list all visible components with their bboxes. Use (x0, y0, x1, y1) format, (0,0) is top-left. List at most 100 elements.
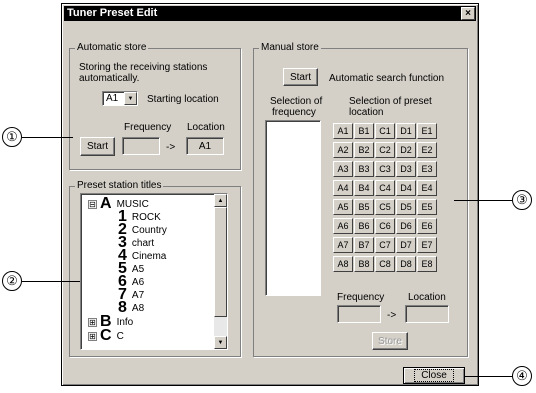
store-button[interactable]: Store (372, 332, 408, 350)
close-button-label: Close (414, 369, 454, 382)
tree-node-number: 8 (118, 299, 127, 316)
preset-button-c4[interactable]: C4 (375, 180, 395, 196)
tree-node-label: A7 (131, 289, 145, 301)
tree-node-label: Cinema (131, 250, 167, 262)
preset-button-e4[interactable]: E4 (417, 180, 437, 196)
expand-icon[interactable]: ⊞ (88, 317, 97, 327)
manual-frequency-field (337, 305, 381, 323)
preset-button-d6[interactable]: D6 (396, 218, 416, 234)
preset-button-c5[interactable]: C5 (375, 199, 395, 215)
tree-scrollbar[interactable]: ▲ ▼ (214, 194, 227, 349)
preset-button-b5[interactable]: B5 (354, 199, 374, 215)
preset-button-a7[interactable]: A7 (333, 237, 353, 253)
manual-start-button[interactable]: Start (283, 68, 318, 86)
manual-store-legend: Manual store (259, 42, 321, 53)
preset-button-a1[interactable]: A1 (333, 123, 353, 139)
preset-button-c7[interactable]: C7 (375, 237, 395, 253)
preset-button-d2[interactable]: D2 (396, 142, 416, 158)
preset-button-a4[interactable]: A4 (333, 180, 353, 196)
preset-button-b1[interactable]: B1 (354, 123, 374, 139)
preset-button-c8[interactable]: C8 (375, 256, 395, 272)
preset-button-a5[interactable]: A5 (333, 199, 353, 215)
preset-station-titles-legend: Preset station titles (75, 180, 164, 191)
preset-button-c6[interactable]: C6 (375, 218, 395, 234)
window-title: Tuner Preset Edit (67, 7, 158, 19)
tree-node-a8[interactable]: 8 A8 (118, 299, 145, 316)
scroll-down-icon[interactable]: ▼ (214, 336, 227, 349)
auto-location-label: Location (187, 122, 225, 133)
preset-button-a2[interactable]: A2 (333, 142, 353, 158)
preset-button-e6[interactable]: E6 (417, 218, 437, 234)
preset-button-d5[interactable]: D5 (396, 199, 416, 215)
preset-button-d1[interactable]: D1 (396, 123, 416, 139)
tree-node-letter: A (100, 195, 112, 212)
preset-button-e7[interactable]: E7 (417, 237, 437, 253)
close-button[interactable]: Close (403, 367, 465, 384)
preset-button-b8[interactable]: B8 (354, 256, 374, 272)
manual-frequency-label: Frequency (337, 292, 385, 303)
automatic-store-legend: Automatic store (75, 42, 149, 53)
selection-frequency-label: Selection of (270, 96, 323, 107)
tree-node-label: chart (131, 237, 155, 249)
preset-button-b3[interactable]: B3 (354, 161, 374, 177)
collapse-icon[interactable]: ⊟ (88, 199, 97, 209)
expand-icon[interactable]: ⊞ (88, 331, 97, 341)
callout-3: ③ (512, 190, 532, 210)
tree-node-letter: C (100, 327, 112, 344)
auto-arrow: -> (166, 142, 176, 153)
preset-button-e3[interactable]: E3 (417, 161, 437, 177)
callout-4: ④ (512, 366, 532, 386)
tree-node-label: A5 (131, 263, 145, 275)
preset-button-b6[interactable]: B6 (354, 218, 374, 234)
automatic-store-description: Storing the receiving stations (79, 62, 208, 73)
preset-button-b2[interactable]: B2 (354, 142, 374, 158)
scroll-thumb[interactable] (214, 207, 227, 317)
preset-button-e5[interactable]: E5 (417, 199, 437, 215)
callout-2: ② (2, 271, 22, 291)
auto-frequency-field (122, 137, 160, 155)
callout-3-line (454, 200, 512, 201)
preset-button-b4[interactable]: B4 (354, 180, 374, 196)
preset-button-d4[interactable]: D4 (396, 180, 416, 196)
tree-node-label: ROCK (131, 211, 161, 223)
preset-button-d7[interactable]: D7 (396, 237, 416, 253)
auto-frequency-label: Frequency (124, 122, 172, 133)
starting-location-label: Starting location (147, 94, 219, 105)
tree-node-label: C (116, 330, 124, 342)
auto-location-field: A1 (186, 137, 224, 155)
automatic-store-description-2: automatically. (79, 73, 140, 84)
selection-preset-label-2: location (349, 107, 384, 118)
preset-tree-view[interactable]: ⊟ A MUSIC 1 ROCK 2 Country 3 chart 4 Cin… (80, 193, 228, 350)
title-bar: Tuner Preset Edit × (64, 6, 476, 21)
starting-location-value: A1 (106, 93, 119, 104)
tree-node-label: Country (131, 224, 167, 236)
starting-location-select[interactable]: A1 ▼ (102, 91, 138, 106)
preset-button-e2[interactable]: E2 (417, 142, 437, 158)
preset-button-e1[interactable]: E1 (417, 123, 437, 139)
preset-button-a3[interactable]: A3 (333, 161, 353, 177)
preset-button-d3[interactable]: D3 (396, 161, 416, 177)
close-icon: × (465, 8, 471, 19)
callout-1-line (22, 137, 73, 138)
preset-button-a6[interactable]: A6 (333, 218, 353, 234)
preset-button-c2[interactable]: C2 (375, 142, 395, 158)
preset-button-b7[interactable]: B7 (354, 237, 374, 253)
chevron-down-icon[interactable]: ▼ (124, 92, 137, 105)
preset-button-a8[interactable]: A8 (333, 256, 353, 272)
close-window-button[interactable]: × (461, 7, 475, 20)
scroll-up-icon[interactable]: ▲ (214, 194, 227, 207)
tree-node-c[interactable]: ⊞ C C (88, 327, 124, 344)
auto-start-button[interactable]: Start (80, 137, 115, 156)
tree-node-label: A8 (131, 302, 145, 314)
preset-button-e8[interactable]: E8 (417, 256, 437, 272)
frequency-list[interactable] (265, 120, 321, 296)
manual-location-label: Location (408, 292, 446, 303)
preset-button-c3[interactable]: C3 (375, 161, 395, 177)
manual-arrow: -> (387, 310, 397, 321)
preset-button-d8[interactable]: D8 (396, 256, 416, 272)
preset-button-c1[interactable]: C1 (375, 123, 395, 139)
tree-node-label: Info (116, 316, 134, 328)
preset-location-grid: A1 B1 C1 D1 E1 A2 B2 C2 D2 E2 A3 B3 C3 D… (333, 123, 437, 272)
callout-4-line (465, 376, 512, 377)
callout-1: ① (2, 127, 22, 147)
